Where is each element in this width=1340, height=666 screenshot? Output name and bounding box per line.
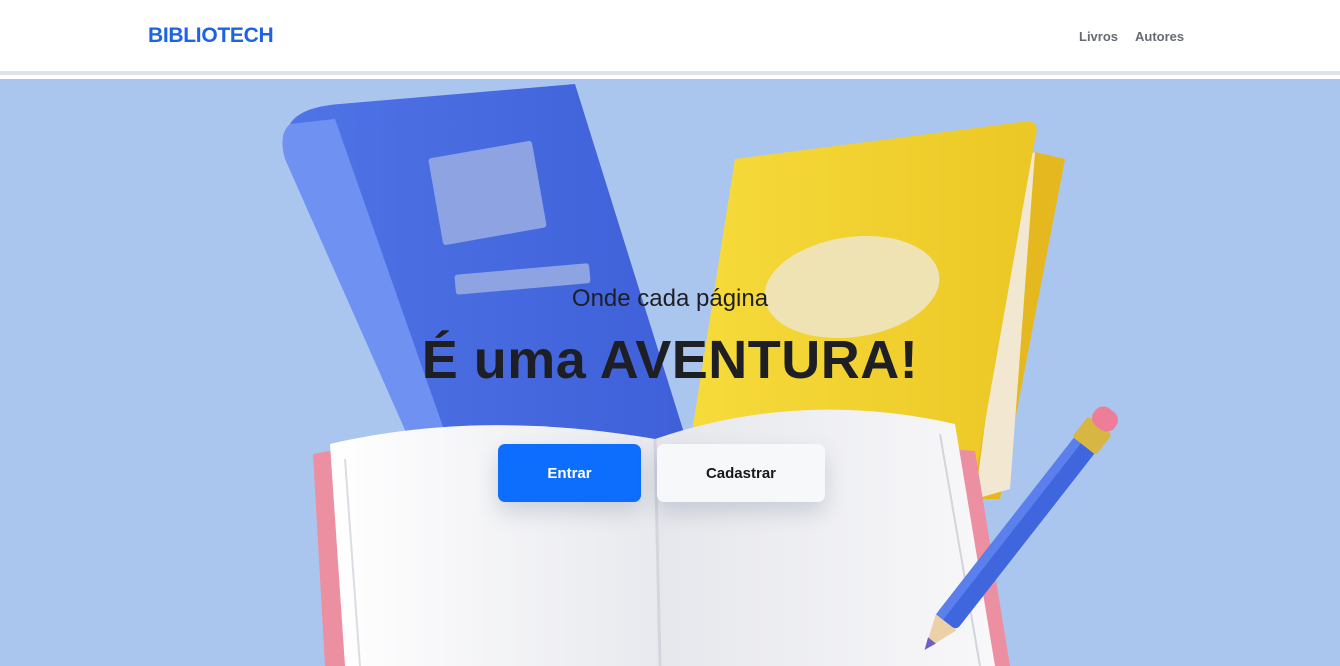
top-navbar: BIBLIOTECH Livros Autores	[0, 0, 1340, 75]
brand-logo[interactable]: BIBLIOTECH	[148, 24, 274, 48]
hero-subtitle: Onde cada página	[571, 285, 769, 312]
hero-title: É uma AVENTURA!	[421, 330, 919, 390]
nav-links: Livros Autores	[1079, 29, 1184, 44]
hero-section: Onde cada página É uma AVENTURA! Entrar …	[0, 79, 1340, 666]
nav-link-livros[interactable]: Livros	[1079, 29, 1118, 44]
login-button[interactable]: Entrar	[498, 444, 641, 502]
nav-link-autores[interactable]: Autores	[1135, 29, 1184, 44]
signup-button[interactable]: Cadastrar	[657, 444, 825, 502]
